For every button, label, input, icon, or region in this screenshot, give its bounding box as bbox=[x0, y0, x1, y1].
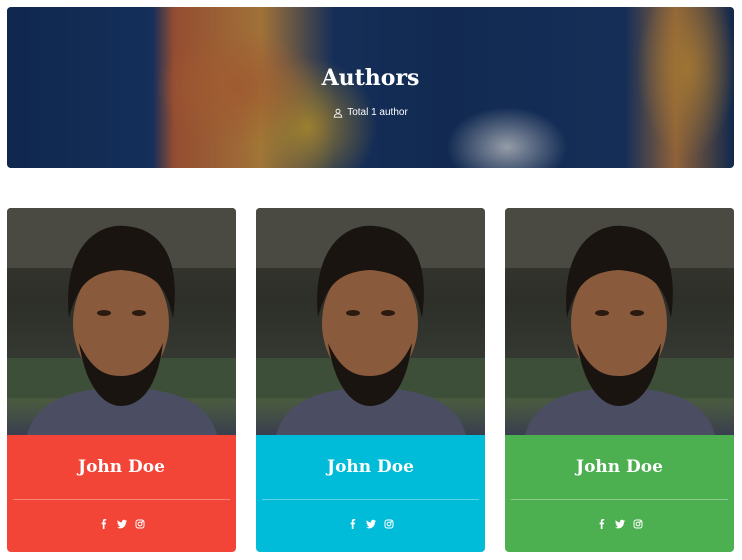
author-photo[interactable] bbox=[7, 208, 236, 435]
twitter-icon[interactable] bbox=[365, 519, 376, 529]
facebook-icon[interactable] bbox=[348, 519, 358, 529]
divider bbox=[511, 499, 728, 500]
twitter-icon[interactable] bbox=[614, 519, 625, 529]
instagram-icon[interactable] bbox=[633, 519, 643, 529]
author-photo[interactable] bbox=[256, 208, 485, 435]
author-name[interactable]: John Doe bbox=[505, 457, 734, 477]
social-links bbox=[256, 519, 485, 529]
author-name[interactable]: John Doe bbox=[256, 457, 485, 477]
author-photo[interactable] bbox=[505, 208, 734, 435]
instagram-icon[interactable] bbox=[384, 519, 394, 529]
author-name[interactable]: John Doe bbox=[7, 457, 236, 477]
author-card[interactable]: John Doe bbox=[7, 208, 236, 552]
instagram-icon[interactable] bbox=[135, 519, 145, 529]
author-count: Total 1 author bbox=[7, 107, 734, 118]
divider bbox=[13, 499, 230, 500]
social-links bbox=[505, 519, 734, 529]
facebook-icon[interactable] bbox=[99, 519, 109, 529]
page-title: Authors bbox=[321, 65, 420, 91]
divider bbox=[262, 499, 479, 500]
user-icon bbox=[333, 108, 343, 118]
author-card-footer: John Doe bbox=[7, 435, 236, 552]
author-count-label: Total 1 author bbox=[347, 107, 408, 118]
author-card-footer: John Doe bbox=[505, 435, 734, 552]
author-card[interactable]: John Doe bbox=[256, 208, 485, 552]
author-card-footer: John Doe bbox=[256, 435, 485, 552]
authors-hero-banner: Authors Total 1 author bbox=[7, 7, 734, 168]
social-links bbox=[7, 519, 236, 529]
author-card[interactable]: John Doe bbox=[505, 208, 734, 552]
twitter-icon[interactable] bbox=[116, 519, 127, 529]
facebook-icon[interactable] bbox=[597, 519, 607, 529]
